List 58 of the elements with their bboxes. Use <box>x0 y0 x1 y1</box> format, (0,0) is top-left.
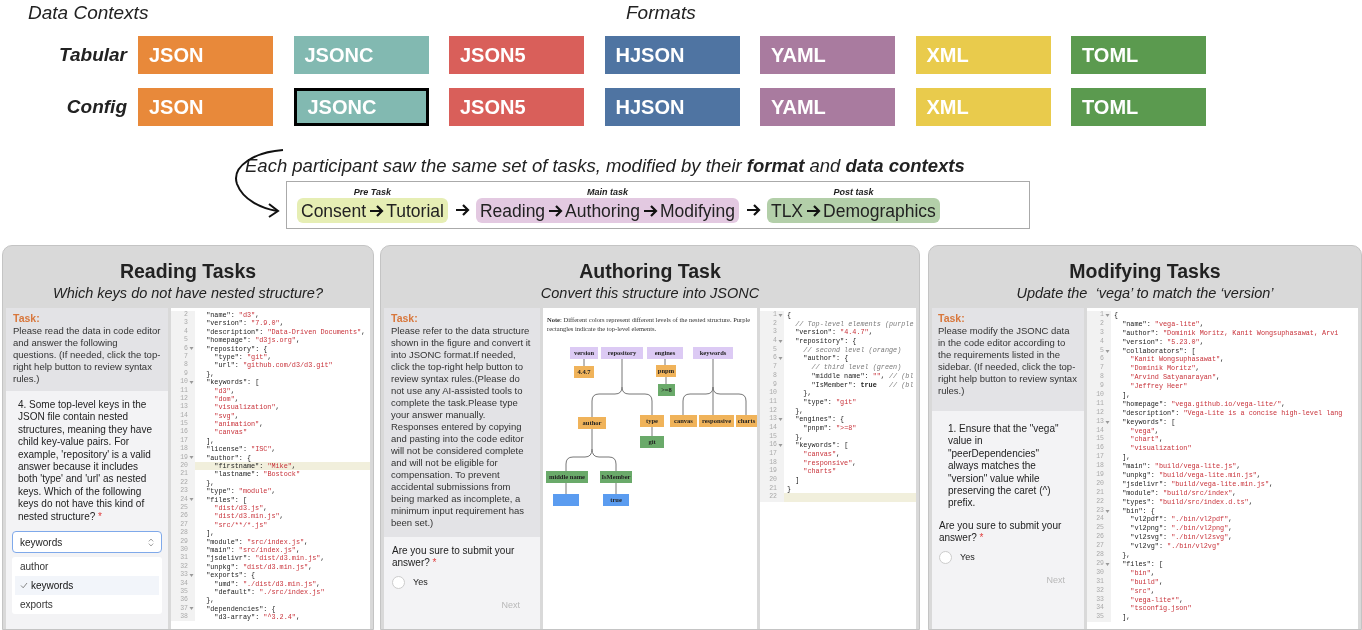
caption-text: Each participant saw the same set of tasks, modified by their format and data contexts <box>245 154 966 176</box>
format-tag: XML <box>915 36 1051 74</box>
context-label: Config <box>65 94 128 119</box>
task-text: Please read the data in code editor and answer the following questions. (If needed, click the top-right help button to review syntax rules.) <box>13 325 161 385</box>
code-editor[interactable] <box>760 308 916 629</box>
panel-subtitle: Update the ‘vega’ to match the ‘version’ <box>1016 284 1274 303</box>
code-editor[interactable] <box>1087 308 1358 629</box>
step-label: Authoring <box>565 199 641 222</box>
question-text: Are you sure to submit your answer? * <box>392 545 516 570</box>
step-label: Tutorial <box>386 199 444 222</box>
format-tag: JSONC <box>293 88 429 126</box>
format-tag: JSON <box>138 36 273 74</box>
radio-button[interactable] <box>392 576 405 590</box>
format-tag: HJSON <box>604 36 740 74</box>
dropdown-option[interactable]: exports <box>15 595 159 615</box>
formats-heading: Formats <box>626 0 696 25</box>
panel-subtitle: Which keys do not have nested structure? <box>53 284 323 303</box>
dropdown-option[interactable]: author <box>15 557 159 577</box>
question-text: 4. Some top-level keys in the JSON file contain nested structures, meaning they have child key-value pairs. For example, 'repository' is a valid answer because it includes both 'type' and 'url' as nested keys. Which of the following keys do not have this kind of nested structure? * <box>17 398 153 524</box>
step-label: Modifying <box>660 199 735 222</box>
radio-button[interactable] <box>939 550 952 564</box>
format-tag: YAML <box>760 36 895 74</box>
step-label: Reading <box>479 199 546 222</box>
task-label: Task: <box>13 311 41 325</box>
code-editor[interactable] <box>171 308 370 629</box>
updown-icon <box>148 537 154 547</box>
step-label: Demographics <box>823 199 936 222</box>
panel-title: Reading Tasks <box>119 259 257 283</box>
task-label: Task: <box>938 311 966 325</box>
yes-option[interactable]: Yes <box>392 575 532 590</box>
context-label: Tabular <box>58 42 129 67</box>
panel-subtitle: Convert this structure into JSONC <box>540 284 760 303</box>
format-tag: TOML <box>1071 36 1206 74</box>
question-text: Are you sure to submit your answer? * <box>939 519 1063 545</box>
format-tag: TOML <box>1071 88 1206 126</box>
format-tag: XML <box>915 88 1051 126</box>
panel-title: Authoring Task <box>579 259 721 283</box>
yes-option[interactable]: Yes <box>939 550 1077 565</box>
step-label: TLX <box>770 199 804 222</box>
panel-title: Modifying Tasks <box>1069 259 1221 283</box>
format-tag: YAML <box>760 88 895 126</box>
question-text: 1. Ensure that the "vega" value in "peerDependencies" always matches the "version" value while preserving the caret (^) prefix. <box>947 422 1060 510</box>
phase-title: Pre Task <box>353 187 392 198</box>
task-text: Please modify the JSONC data in the code editor according to the requirements listed in the sidebar. (If needed, click the top-right help button to review syntax rules.) <box>938 325 1078 397</box>
format-tag: JSON5 <box>449 88 584 126</box>
select-field[interactable]: keywords <box>12 531 162 554</box>
phase-title: Post task <box>833 187 874 198</box>
check-icon <box>20 582 28 590</box>
format-tag: JSON <box>138 88 273 126</box>
phase-title: Main task <box>586 187 628 198</box>
task-text: Please refer to the data structure shown in the figure and convert it into JSONC format.If needed, click the top-right help button to review syntax rules.(Please do not use any AI-assisted tools to complete the task.Please type your answer manually. Responses entered by copying and pasting into the code editor will not be considered complete and will not be eligible for compensation. To prevent accidental submissions from being marked as incomplete, a minimum input requirement has been set.) <box>391 325 532 529</box>
step-label: Consent <box>301 199 367 222</box>
dropdown-option[interactable]: keywords <box>15 576 159 596</box>
task-label: Task: <box>391 311 419 325</box>
format-tag: JSON5 <box>449 36 584 74</box>
format-tag: JSONC <box>293 36 429 74</box>
format-tag: HJSON <box>604 88 740 126</box>
data-contexts-heading: Data Contexts <box>28 0 150 25</box>
